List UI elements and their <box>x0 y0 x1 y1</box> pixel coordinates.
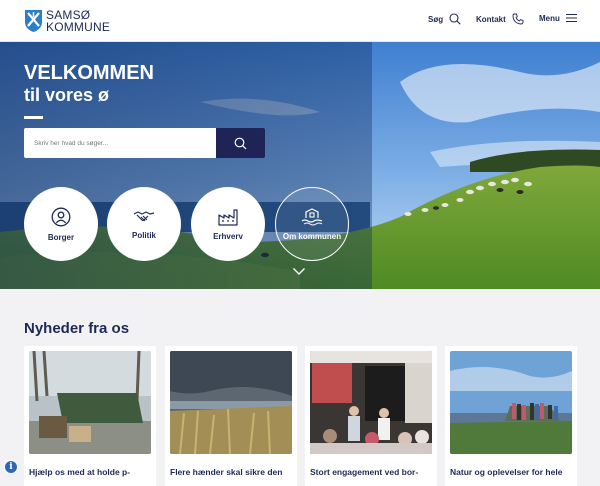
shortcut-label: Om kommunen <box>282 231 342 241</box>
nav-menu-button[interactable]: Menu <box>539 13 577 23</box>
news-image <box>29 351 151 454</box>
search-icon <box>234 137 247 149</box>
phone-icon <box>512 13 524 25</box>
news-list: Hjælp os med at holde p- Flere hænder sk… <box>24 346 584 486</box>
shortcut-label: Erhverv <box>213 231 243 241</box>
factory-icon <box>218 208 238 226</box>
hamburger-icon <box>565 14 577 22</box>
island-home-icon <box>301 207 323 225</box>
handshake-icon <box>133 210 155 221</box>
hero-search-bar <box>24 128 265 158</box>
hero-title-line-2: til vores ø <box>24 85 110 105</box>
chevron-down-icon[interactable] <box>292 267 306 276</box>
news-image <box>310 351 432 454</box>
shortcut-label: Borger <box>47 232 75 242</box>
coat-of-arms-icon <box>25 10 42 32</box>
nav-contact-label: Kontakt <box>476 14 506 24</box>
shortcut-borger[interactable]: Borger <box>24 187 98 261</box>
news-title: Stort engagement ved bor- <box>310 467 419 477</box>
nav-menu-label: Menu <box>539 13 560 23</box>
news-card[interactable]: Flere hænder skal sikre den <box>165 346 297 486</box>
shortcut-politik[interactable]: Politik <box>107 187 181 261</box>
nav-search-button[interactable]: Søg <box>428 13 461 25</box>
news-card[interactable]: Natur og oplevelser for hele <box>445 346 577 486</box>
news-image <box>170 351 292 454</box>
search-icon <box>449 13 461 25</box>
site-header: SAMSØ KOMMUNE Søg Kontakt Menu <box>0 0 600 42</box>
info-icon[interactable]: i <box>4 460 18 474</box>
news-heading: Nyheder fra os <box>24 320 130 337</box>
news-title: Flere hænder skal sikre den <box>170 467 283 477</box>
news-card[interactable]: Stort engagement ved bor- <box>305 346 437 486</box>
hero-divider <box>24 116 43 119</box>
logo-line-2: KOMMUNE <box>46 20 111 34</box>
news-card[interactable]: Hjælp os med at holde p- <box>24 346 156 486</box>
nav-search-label: Søg <box>428 14 444 24</box>
samso-kommune-logo[interactable]: SAMSØ KOMMUNE <box>24 9 110 33</box>
logo-wordmark: SAMSØ KOMMUNE <box>46 9 110 33</box>
search-input[interactable] <box>24 128 216 158</box>
shortcut-om-kommunen[interactable]: Om kommunen <box>275 187 349 261</box>
news-title: Hjælp os med at holde p- <box>29 467 131 477</box>
search-submit-button[interactable] <box>216 128 265 158</box>
news-image <box>450 351 572 454</box>
nav-contact-button[interactable]: Kontakt <box>476 13 524 25</box>
hero-title-line-1: VELKOMMEN <box>24 62 154 84</box>
shortcut-label: Politik <box>131 230 156 240</box>
shortcut-erhverv[interactable]: Erhverv <box>191 187 265 261</box>
person-icon <box>51 207 71 226</box>
hero-title: VELKOMMEN til vores ø <box>24 62 154 106</box>
news-title: Natur og oplevelser for hele <box>450 467 563 477</box>
